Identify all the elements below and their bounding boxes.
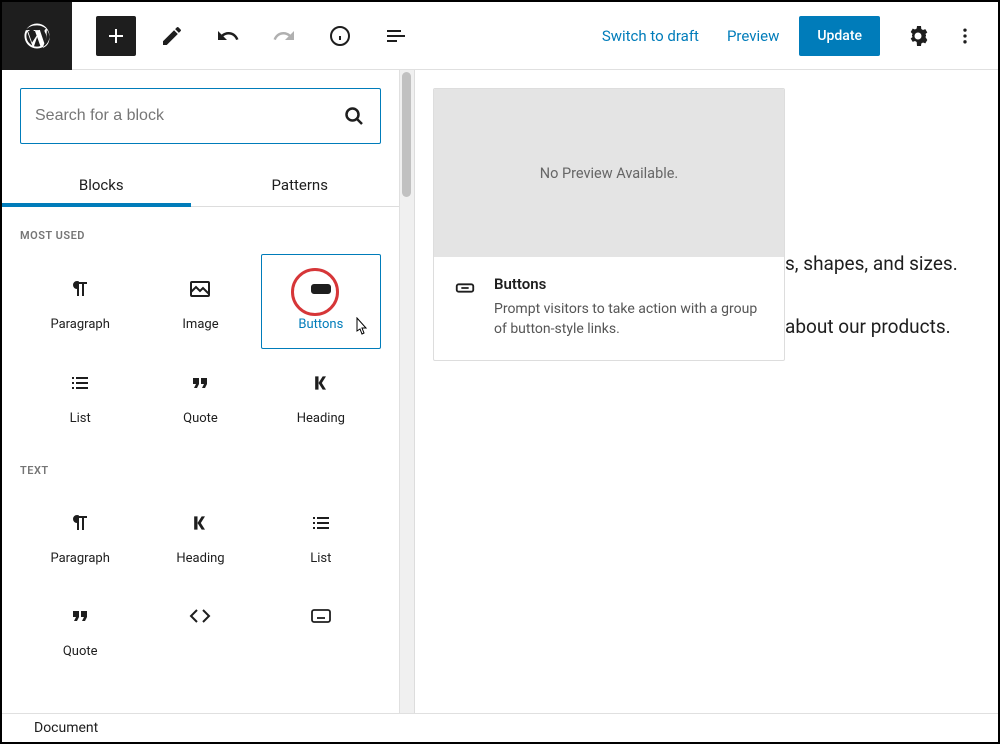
- undo-button[interactable]: [214, 22, 242, 50]
- editor-canvas[interactable]: No Preview Available. Buttons Prompt vis…: [415, 70, 998, 713]
- canvas-text-fragment-2: about our products.: [785, 315, 951, 338]
- buttons-icon: [454, 277, 476, 340]
- category-most-used: MOST USED: [20, 229, 381, 242]
- buttons-icon: [309, 277, 333, 301]
- list-icon: [309, 511, 333, 535]
- block-quote[interactable]: Quote: [140, 349, 260, 442]
- tab-blocks[interactable]: Blocks: [2, 162, 201, 206]
- block-list[interactable]: List: [20, 349, 140, 442]
- edit-tool-button[interactable]: [158, 22, 186, 50]
- block-buttons[interactable]: Buttons: [261, 254, 381, 349]
- inserter-results: MOST USED Paragraph Image Buttons: [2, 207, 399, 713]
- image-icon: [188, 277, 212, 301]
- block-paragraph-2[interactable]: Paragraph: [20, 489, 140, 582]
- more-vertical-icon: [955, 26, 975, 46]
- preview-link[interactable]: Preview: [713, 27, 793, 45]
- heading-icon: [188, 511, 212, 535]
- paragraph-icon: [68, 511, 92, 535]
- block-heading-2[interactable]: Heading: [140, 489, 260, 582]
- outline-button[interactable]: [382, 22, 410, 50]
- details-button[interactable]: [326, 22, 354, 50]
- switch-to-draft-link[interactable]: Switch to draft: [588, 27, 713, 45]
- canvas-text-fragment-1: s, shapes, and sizes.: [785, 252, 958, 275]
- list-view-icon: [384, 24, 408, 48]
- tab-patterns[interactable]: Patterns: [201, 162, 400, 206]
- heading-icon: [309, 371, 333, 395]
- breadcrumb[interactable]: Document: [34, 720, 98, 736]
- block-inserter-button[interactable]: [96, 16, 136, 56]
- redo-button[interactable]: [270, 22, 298, 50]
- search-icon: [342, 104, 366, 128]
- block-search[interactable]: [20, 88, 381, 144]
- paragraph-icon: [68, 277, 92, 301]
- block-classic[interactable]: Classic: [261, 582, 381, 675]
- inserter-tabs: Blocks Patterns: [2, 162, 399, 207]
- search-input[interactable]: [35, 107, 342, 125]
- inserter-scrollbar[interactable]: [400, 70, 415, 713]
- block-preview-popover: No Preview Available. Buttons Prompt vis…: [433, 88, 785, 361]
- block-image[interactable]: Image: [140, 254, 260, 349]
- pencil-icon: [160, 24, 184, 48]
- update-button[interactable]: Update: [799, 16, 880, 56]
- redo-icon: [272, 24, 296, 48]
- preview-empty-state: No Preview Available.: [434, 89, 784, 257]
- quote-icon: [188, 371, 212, 395]
- classic-icon: [309, 604, 333, 628]
- block-code[interactable]: Code: [140, 582, 260, 675]
- plus-icon: [104, 24, 128, 48]
- undo-icon: [216, 24, 240, 48]
- block-list-2[interactable]: List: [261, 489, 381, 582]
- category-text: TEXT: [20, 464, 381, 477]
- list-icon: [68, 371, 92, 395]
- scrollbar-thumb[interactable]: [402, 72, 411, 197]
- block-quote-2[interactable]: Quote: [20, 582, 140, 675]
- wordpress-logo-button[interactable]: [2, 2, 72, 70]
- preview-title: Buttons: [494, 275, 764, 293]
- editor-footer: Document: [2, 713, 998, 742]
- block-inserter-panel: Blocks Patterns MOST USED Paragraph Imag…: [2, 70, 400, 713]
- block-heading[interactable]: Heading: [261, 349, 381, 442]
- block-paragraph[interactable]: Paragraph: [20, 254, 140, 349]
- editor-topbar: Switch to draft Preview Update: [2, 2, 998, 70]
- gear-icon: [906, 24, 930, 48]
- preview-description: Prompt visitors to take action with a gr…: [494, 299, 764, 340]
- more-options-button[interactable]: [950, 14, 980, 58]
- code-icon: [188, 604, 212, 628]
- settings-button[interactable]: [896, 14, 940, 58]
- info-icon: [328, 24, 352, 48]
- wordpress-icon: [22, 21, 52, 51]
- quote-icon: [68, 604, 92, 628]
